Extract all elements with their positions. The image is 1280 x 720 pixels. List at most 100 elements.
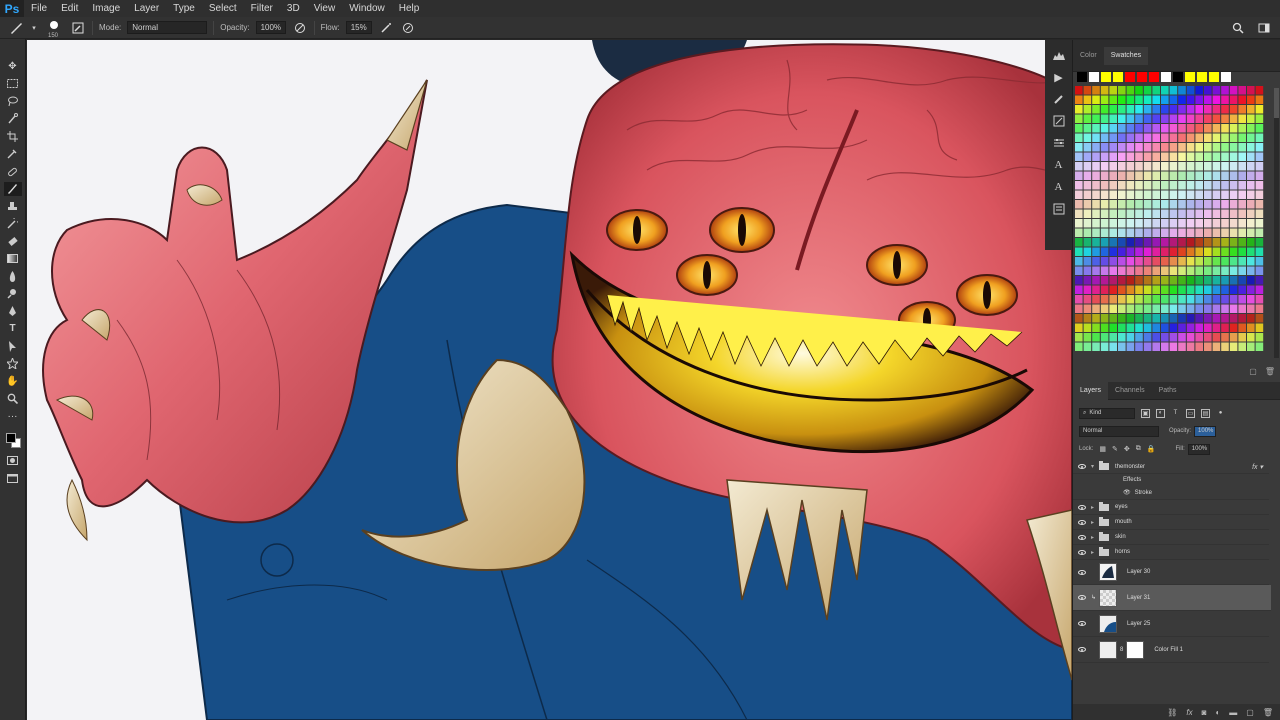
swatch[interactable] [1126,190,1135,200]
swatch[interactable] [1186,181,1195,190]
swatch[interactable] [1100,133,1109,143]
swatch[interactable] [1126,105,1135,114]
swatch[interactable] [1212,181,1221,190]
swatch[interactable] [1169,314,1178,323]
swatch[interactable] [1255,209,1264,219]
properties-icon[interactable] [1052,202,1066,216]
swatch[interactable] [1135,228,1143,238]
swatch[interactable] [1118,105,1126,114]
type-filter-icon[interactable]: T [1171,409,1180,418]
move-tool-icon[interactable]: ✥ [4,59,22,74]
swatch[interactable] [1178,257,1186,266]
layer-effects-row[interactable]: Effects [1073,474,1269,486]
swatch[interactable] [1238,152,1246,162]
swatch[interactable] [1204,238,1212,247]
gradient-tool-icon[interactable] [4,252,22,267]
swatch[interactable] [1178,200,1186,209]
swatch[interactable] [1075,152,1083,162]
swatch[interactable] [1186,86,1195,95]
color-swatches[interactable] [4,431,22,451]
swatch[interactable] [1083,95,1092,105]
swatch[interactable] [1212,238,1221,247]
swatch[interactable] [1118,152,1126,162]
clone-stamp-tool-icon[interactable] [4,199,22,214]
swatch[interactable] [1161,314,1169,323]
swatch[interactable] [1255,219,1264,228]
swatch[interactable] [1118,238,1126,247]
swatch[interactable] [1169,105,1178,114]
swatch[interactable] [1169,86,1178,95]
swatch[interactable] [1238,105,1246,114]
swatch[interactable] [1186,257,1195,266]
swatch[interactable] [1161,342,1169,352]
swatch[interactable] [1238,247,1246,257]
zoom-tool-icon[interactable] [4,392,22,407]
swatch[interactable] [1204,133,1212,143]
swatch[interactable] [1100,105,1109,114]
swatch[interactable] [1109,247,1117,257]
swatch[interactable] [1186,276,1195,285]
swatch[interactable] [1221,276,1229,285]
swatch[interactable] [1204,323,1212,333]
swatch[interactable] [1169,304,1178,314]
swatch[interactable] [1143,124,1152,133]
swatch[interactable] [1247,152,1255,162]
brush-settings-icon[interactable] [70,20,86,36]
swatch[interactable] [1092,247,1100,257]
swatch[interactable] [1118,219,1126,228]
swatch[interactable] [1118,304,1126,314]
swatch[interactable] [1247,266,1255,276]
swatch[interactable] [1169,219,1178,228]
swatch[interactable] [1075,285,1083,295]
swatch[interactable] [1161,105,1169,114]
swatch[interactable] [1161,295,1169,304]
swatch[interactable] [1075,105,1083,114]
swatch[interactable] [1118,162,1126,171]
menu-image[interactable]: Image [85,0,127,17]
swatch[interactable] [1186,238,1195,247]
swatch[interactable] [1195,181,1203,190]
swatch[interactable] [1247,95,1255,105]
swatch[interactable] [1101,72,1111,82]
hand-tool-icon[interactable]: ✋ [4,374,22,389]
swatch[interactable] [1238,219,1246,228]
histogram-icon[interactable] [1052,48,1066,62]
swatch[interactable] [1118,200,1126,209]
swatch[interactable] [1143,162,1152,171]
swatch[interactable] [1083,219,1092,228]
swatch[interactable] [1247,200,1255,209]
swatch[interactable] [1083,342,1092,352]
tab-swatches[interactable]: Swatches [1103,46,1149,65]
swatch[interactable] [1083,333,1092,342]
menu-filter[interactable]: Filter [244,0,280,17]
swatch[interactable] [1075,133,1083,143]
swatch[interactable] [1083,266,1092,276]
swatch[interactable] [1178,114,1186,124]
smart-object-filter-icon[interactable]: ▤ [1201,408,1210,418]
swatch[interactable] [1083,181,1092,190]
swatch[interactable] [1238,133,1246,143]
swatch[interactable] [1197,72,1207,82]
delete-layer-icon[interactable]: 🗑 [1263,708,1273,717]
marquee-tool-icon[interactable] [4,77,22,92]
swatch[interactable] [1204,209,1212,219]
layer-kind-filter[interactable]: ⌕ Kind [1079,407,1135,419]
swatch[interactable] [1186,304,1195,314]
swatch[interactable] [1229,304,1238,314]
swatch[interactable] [1247,295,1255,304]
swatch[interactable] [1186,143,1195,152]
swatch[interactable] [1161,133,1169,143]
swatch[interactable] [1169,133,1178,143]
swatch[interactable] [1178,285,1186,295]
swatch[interactable] [1204,200,1212,209]
swatch[interactable] [1118,333,1126,342]
eyedropper-tool-icon[interactable] [4,147,22,162]
swatch[interactable] [1178,124,1186,133]
swatch[interactable] [1255,304,1264,314]
swatch[interactable] [1229,314,1238,323]
swatch[interactable] [1195,247,1203,257]
swatch[interactable] [1118,95,1126,105]
swatch[interactable] [1204,152,1212,162]
swatch[interactable] [1204,333,1212,342]
swatch[interactable] [1083,323,1092,333]
